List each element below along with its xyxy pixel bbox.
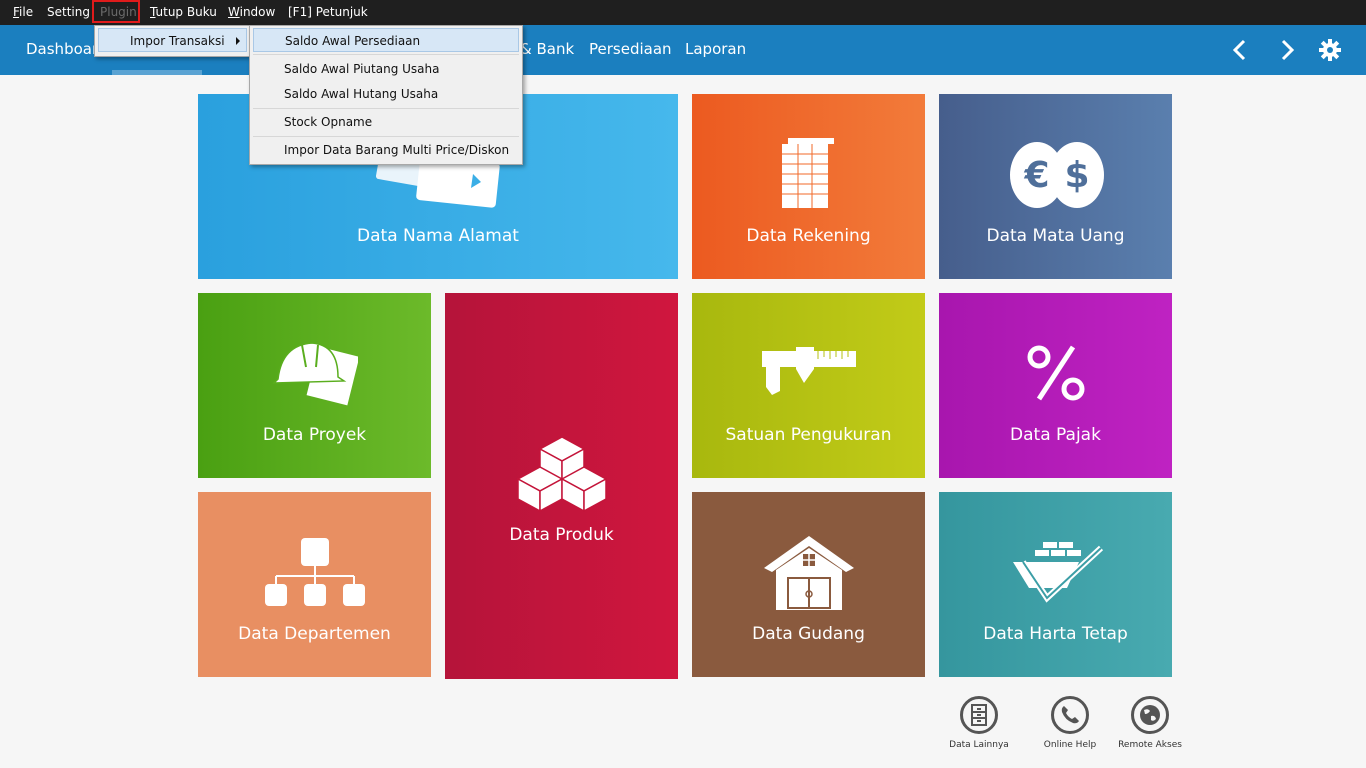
menu-file[interactable]: File bbox=[13, 5, 33, 20]
tile-data-mata-uang[interactable]: € $ Data Mata Uang bbox=[939, 94, 1172, 279]
tile-label: Data Pajak bbox=[1010, 425, 1101, 445]
tile-data-pajak[interactable]: Data Pajak bbox=[939, 293, 1172, 478]
data-lainnya-button[interactable]: Data Lainnya bbox=[944, 696, 1014, 750]
boxes-icon bbox=[517, 437, 607, 512]
plugin-highlight-box bbox=[92, 0, 140, 23]
asset-check-icon bbox=[1013, 542, 1103, 603]
menu-separator bbox=[253, 108, 519, 109]
menu-petunjuk[interactable]: [F1] Petunjuk bbox=[288, 5, 368, 20]
phone-icon bbox=[1061, 706, 1079, 724]
menu-setting[interactable]: Setting bbox=[47, 5, 90, 20]
online-help-button[interactable]: Online Help bbox=[1035, 696, 1105, 750]
chevron-left-icon[interactable] bbox=[1228, 38, 1252, 62]
tile-label: Data Mata Uang bbox=[986, 226, 1125, 246]
tile-data-rekening[interactable]: Data Rekening bbox=[692, 94, 925, 279]
tile-label: Data Rekening bbox=[746, 226, 871, 246]
menu-item-saldo-awal-piutang-usaha[interactable]: Saldo Awal Piutang Usaha bbox=[253, 57, 519, 81]
hardhat-icon bbox=[272, 342, 358, 406]
plugin-menu: Impor Transaksi bbox=[94, 25, 251, 57]
tile-label: Data Produk bbox=[509, 525, 614, 545]
gear-icon[interactable] bbox=[1318, 38, 1342, 62]
menu-item-label: Impor Data Barang Multi Price/Diskon bbox=[284, 143, 510, 157]
warehouse-icon bbox=[764, 536, 854, 610]
nav-kas-bank[interactable]: & Bank bbox=[520, 40, 574, 58]
file-cabinet-icon bbox=[971, 704, 987, 726]
menubar: File Setting Plugin Tutup Buku Window [F… bbox=[0, 0, 1366, 25]
nav-persediaan[interactable]: Persediaan bbox=[589, 40, 672, 58]
remote-akses-label: Remote Akses bbox=[1118, 740, 1182, 750]
tile-label: Data Proyek bbox=[262, 425, 367, 445]
submenu-arrow-icon bbox=[236, 37, 240, 45]
online-help-label: Online Help bbox=[1043, 740, 1097, 750]
tile-label: Satuan Pengukuran bbox=[725, 425, 892, 445]
tile-data-satuan-pengukuran[interactable]: Satuan Pengukuran bbox=[692, 293, 925, 478]
chevron-right-icon[interactable] bbox=[1275, 38, 1299, 62]
data-lainnya-label: Data Lainnya bbox=[949, 740, 1009, 750]
ledger-icon bbox=[782, 138, 834, 208]
menu-item-saldo-awal-persediaan[interactable]: Saldo Awal Persediaan bbox=[253, 28, 519, 52]
org-chart-icon bbox=[265, 538, 365, 606]
nav-laporan[interactable]: Laporan bbox=[685, 40, 746, 58]
tile-data-proyek[interactable]: Data Proyek bbox=[198, 293, 431, 478]
impor-transaksi-submenu: Saldo Awal Persediaan Saldo Awal Piutang… bbox=[249, 25, 523, 165]
tile-label: Data Gudang bbox=[752, 624, 865, 644]
globe-icon bbox=[1140, 705, 1160, 725]
tile-data-harta-tetap[interactable]: Data Harta Tetap bbox=[939, 492, 1172, 677]
tile-data-gudang[interactable]: Data Gudang bbox=[692, 492, 925, 677]
menu-item-saldo-awal-hutang-usaha[interactable]: Saldo Awal Hutang Usaha bbox=[253, 82, 519, 106]
menu-item-label: Stock Opname bbox=[284, 115, 373, 129]
nav-active-indicator bbox=[112, 70, 202, 75]
currency-coins-icon: € $ bbox=[1010, 142, 1104, 208]
menu-item-impor-transaksi[interactable]: Impor Transaksi bbox=[98, 28, 247, 52]
menu-item-label: Saldo Awal Persediaan bbox=[285, 34, 421, 48]
menu-item-impor-data-barang[interactable]: Impor Data Barang Multi Price/Diskon bbox=[253, 138, 519, 162]
tile-data-produk[interactable]: Data Produk bbox=[445, 293, 678, 679]
tile-label: Data Harta Tetap bbox=[983, 624, 1128, 644]
menu-item-stock-opname[interactable]: Stock Opname bbox=[253, 110, 519, 134]
menu-separator bbox=[253, 54, 519, 55]
tile-data-departemen[interactable]: Data Departemen bbox=[198, 492, 431, 677]
menu-tutup-buku[interactable]: Tutup Buku bbox=[150, 5, 217, 20]
menu-item-label: Saldo Awal Piutang Usaha bbox=[284, 62, 440, 76]
caliper-icon bbox=[762, 347, 856, 395]
percent-icon bbox=[1027, 345, 1085, 401]
menu-item-label: Saldo Awal Hutang Usaha bbox=[284, 87, 439, 101]
tile-label: Data Departemen bbox=[238, 624, 391, 644]
menu-window[interactable]: Window bbox=[228, 5, 275, 20]
menu-item-label: Impor Transaksi bbox=[130, 34, 225, 48]
svg-text:$: $ bbox=[1064, 155, 1089, 196]
remote-akses-button[interactable]: Remote Akses bbox=[1115, 696, 1185, 750]
tile-label: Data Nama Alamat bbox=[357, 226, 519, 246]
svg-text:€: € bbox=[1023, 155, 1049, 196]
menu-separator bbox=[253, 136, 519, 137]
